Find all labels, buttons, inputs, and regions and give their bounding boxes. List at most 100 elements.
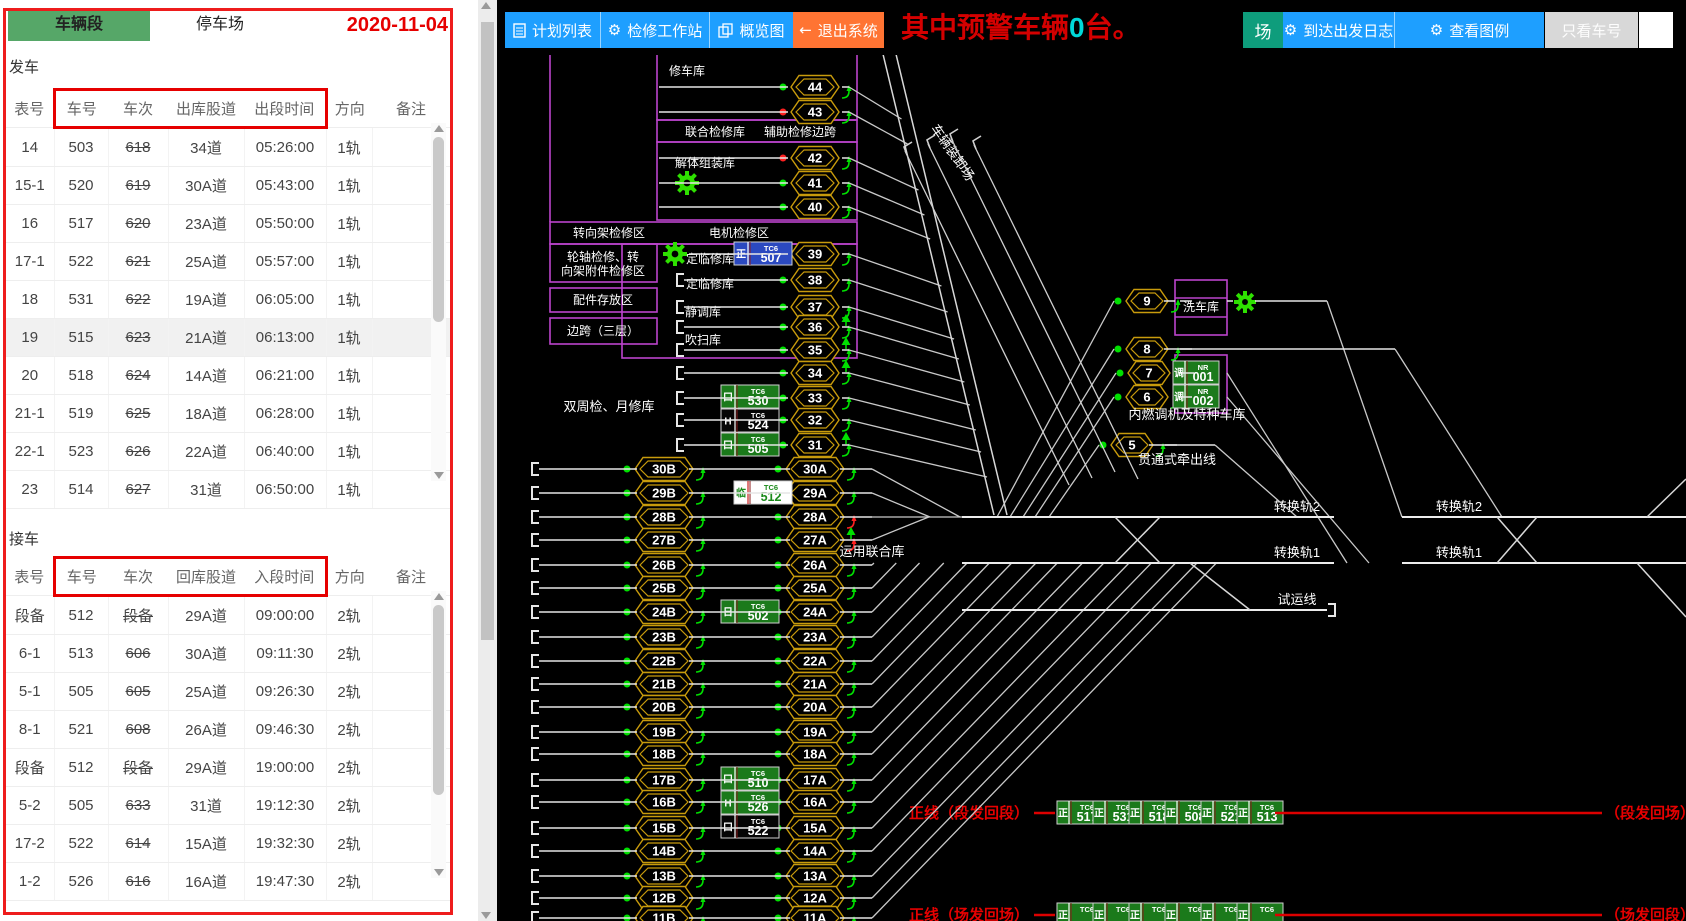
arrive-table-scrollbar[interactable] [431, 591, 446, 878]
warning-text: 其中预警车辆0台。 [901, 6, 1141, 46]
table-cell: 06:21:00 [244, 357, 326, 395]
track-badge-32[interactable]: 32 [780, 409, 852, 432]
track-badge-38[interactable]: 38 [780, 269, 852, 292]
train-label-[interactable]: 正TC6 [1237, 903, 1283, 921]
mainline-row: 正线（场发回场）（场发回段） [909, 906, 1686, 921]
view-legend-button[interactable]: ⚙ 查看图例 [1395, 12, 1544, 48]
track-badge-33[interactable]: 33 [780, 387, 852, 410]
table-row[interactable]: 21-151962518A道06:28:001轨 [6, 395, 450, 433]
table-row[interactable]: 1853162219A道06:05:001轨 [6, 281, 450, 319]
track-badge-34[interactable]: 34 [780, 360, 852, 385]
maintenance-workstation-button[interactable]: ⚙ 检修工作站 [601, 12, 710, 48]
yard-button[interactable]: 场 [1243, 12, 1283, 48]
overview-icon [718, 23, 733, 38]
table-cell: 14 [6, 128, 54, 167]
svg-text:16B: 16B [652, 795, 676, 810]
table-row[interactable]: 6-151360630A道09:11:302轨 [6, 635, 450, 673]
scroll-thumb[interactable] [433, 137, 444, 322]
table-row[interactable]: 1450361834道05:26:001轨 [6, 128, 450, 167]
table-row[interactable]: 15-152061930A道05:43:001轨 [6, 167, 450, 205]
table-row[interactable]: 8-152160826A道09:46:302轨 [6, 711, 450, 749]
table-cell: 15-1 [6, 167, 54, 205]
track-badge-11A[interactable]: 11A [775, 907, 857, 921]
panel-scrollbar[interactable] [478, 0, 497, 921]
svg-text:正: 正 [1058, 910, 1068, 921]
scroll-up-arrow[interactable] [481, 2, 491, 9]
arrive-depart-log-button[interactable]: ⚙ 到达出发日志 [1283, 12, 1395, 48]
track-badge-31[interactable]: 31 [780, 432, 852, 457]
scroll-down-arrow[interactable] [434, 869, 444, 876]
svg-text:38: 38 [808, 273, 822, 288]
overview-button[interactable]: 概览图 [710, 12, 793, 48]
table-cell: 05:50:00 [244, 205, 326, 243]
train-label-530[interactable]: 口TC6530 [721, 385, 779, 408]
plan-list-button[interactable]: 计划列表 [505, 12, 601, 48]
scroll-thumb[interactable] [481, 22, 494, 640]
track-badge-42[interactable]: 42 [780, 147, 852, 170]
scroll-up-arrow[interactable] [434, 593, 444, 600]
table-row[interactable]: 1651762023A道05:50:001轨 [6, 205, 450, 243]
scroll-up-arrow[interactable] [434, 125, 444, 132]
table-cell: 06:50:00 [244, 471, 326, 509]
table-cell: 608 [108, 711, 168, 749]
table-cell: 513 [54, 635, 108, 673]
svg-text:25A: 25A [803, 581, 827, 596]
train-label-001[interactable]: 调NR001 [1173, 361, 1219, 384]
track-badge-6[interactable]: 6 [1115, 386, 1181, 409]
table-row[interactable]: 17-252261415A道19:32:302轨 [6, 825, 450, 863]
table-row[interactable]: 17-152262125A道05:57:001轨 [6, 243, 450, 281]
train-label-002[interactable]: 调NR002 [1173, 385, 1219, 408]
table-row[interactable]: 5-150560525A道09:26:302轨 [6, 673, 450, 711]
svg-text:正: 正 [1166, 808, 1176, 820]
table-cell: 31道 [168, 787, 244, 825]
toolbar-blank-box[interactable] [1639, 12, 1673, 48]
svg-text:40: 40 [808, 200, 822, 215]
svg-text:31: 31 [808, 438, 822, 453]
svg-text:正: 正 [1202, 910, 1212, 921]
table-cell: 06:40:00 [244, 433, 326, 471]
table-row[interactable]: 段备512段备29A道19:00:002轨 [6, 749, 450, 787]
train-label-522[interactable]: 口TC6522 [721, 815, 779, 838]
overview-label: 概览图 [739, 20, 784, 41]
table-row[interactable]: 2051862414A道06:21:001轨 [6, 357, 450, 395]
diagram-label: 辅助检修边跨 [764, 124, 836, 139]
svg-text:510: 510 [748, 776, 769, 790]
table-cell: 段备 [108, 596, 168, 635]
exit-system-button[interactable]: ← 退出系统 [793, 12, 884, 48]
table-row[interactable]: 5-250563331道19:12:302轨 [6, 787, 450, 825]
track-badge-36[interactable]: 36 [780, 314, 852, 339]
table-cell: 段备 [6, 596, 54, 635]
tab-depot[interactable]: 车辆段 [8, 8, 150, 41]
exit-label: 退出系统 [818, 20, 878, 41]
arrive-table: 表号车号车次回库股道入段时间方向备注段备512段备29A道09:00:002轨6… [6, 556, 451, 901]
table-cell: 505 [54, 673, 108, 711]
table-row[interactable]: 2351462731道06:50:001轨 [6, 471, 450, 509]
track-badge-11B[interactable]: 11B [624, 907, 706, 921]
track-badge-44[interactable]: 44 [780, 76, 852, 99]
table-cell: 18 [6, 281, 54, 319]
svg-text:13B: 13B [652, 869, 676, 884]
column-header: 表号 [6, 90, 54, 128]
table-cell: 16 [6, 205, 54, 243]
svg-text:22A: 22A [803, 654, 827, 669]
tab-parking-lot[interactable]: 停车场 [150, 8, 290, 41]
diagram-label: 运用联合库 [839, 544, 904, 559]
scroll-thumb[interactable] [433, 605, 444, 795]
table-row[interactable]: 段备512段备29A道09:00:002轨 [6, 596, 450, 635]
train-label-510[interactable]: 口TC6510 [721, 767, 779, 790]
track-badge-40[interactable]: 40 [780, 196, 852, 219]
scroll-down-arrow[interactable] [481, 912, 491, 919]
table-cell: 19:32:30 [244, 825, 326, 863]
table-row[interactable]: 1-252661616A道19:47:302轨 [6, 863, 450, 901]
table-row[interactable]: 22-152362622A道06:40:001轨 [6, 433, 450, 471]
table-cell: 1轨 [326, 395, 372, 433]
depart-table-scrollbar[interactable] [431, 123, 446, 481]
table-cell: 18A道 [168, 395, 244, 433]
track-badge-41[interactable]: 41 [780, 172, 852, 195]
svg-text:20A: 20A [803, 700, 827, 715]
table-cell: 05:43:00 [244, 167, 326, 205]
only-car-number-button[interactable]: 只看车号 [1545, 12, 1638, 48]
table-row[interactable]: 1951562321A道06:13:001轨 [6, 319, 450, 357]
warning-count: 0 [1069, 12, 1085, 43]
scroll-down-arrow[interactable] [434, 472, 444, 479]
